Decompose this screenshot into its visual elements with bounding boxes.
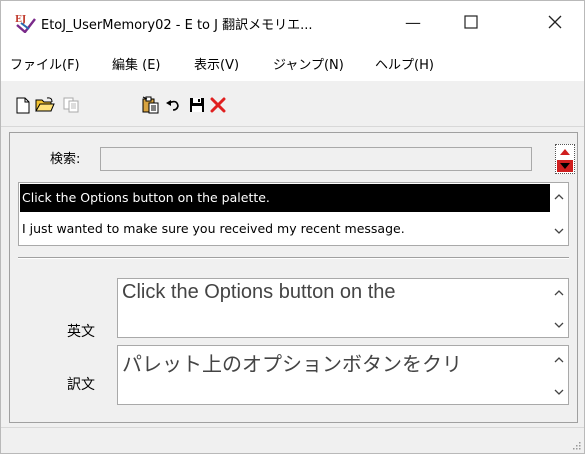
divider	[18, 257, 569, 259]
scroll-up-button[interactable]	[550, 285, 568, 301]
paste-button[interactable]	[141, 95, 161, 115]
menu-bar: ファイル(F) 編集 (E) 表示(V) ジャンプ(N) ヘルプ(H)	[1, 43, 584, 81]
memory-list[interactable]: Click the Options button on the palette.…	[18, 182, 569, 246]
minimize-icon: —	[405, 12, 421, 32]
save-button[interactable]	[187, 95, 207, 115]
minimize-button[interactable]: —	[384, 1, 442, 43]
scroll-up-button[interactable]	[550, 352, 568, 368]
menu-help[interactable]: ヘルプ(H)	[375, 54, 434, 73]
search-input[interactable]	[100, 147, 532, 171]
source-scrollbar[interactable]	[550, 279, 568, 337]
app-window: EJ EtoJ_UserMemory02 - E to J 翻訳メモリエ... …	[0, 0, 585, 454]
next-button[interactable]	[557, 160, 573, 172]
maximize-icon	[464, 15, 478, 29]
scroll-down-button[interactable]	[550, 317, 568, 333]
translation-label: 訳文	[67, 377, 95, 393]
menu-file[interactable]: ファイル(F)	[10, 54, 80, 73]
scroll-up-button[interactable]	[550, 189, 568, 205]
scroll-down-button[interactable]	[550, 223, 568, 239]
toolbar	[1, 81, 584, 127]
menu-view[interactable]: 表示(V)	[194, 54, 239, 73]
chevron-up-icon	[554, 194, 564, 200]
navigation-spinner	[555, 144, 575, 174]
copy-button[interactable]	[61, 95, 81, 115]
app-logo-icon: EJ	[15, 15, 36, 33]
delete-button[interactable]	[208, 95, 228, 115]
new-button[interactable]	[13, 95, 33, 115]
translation-text: パレット上のオプションボタンをクリ	[122, 354, 462, 376]
list-item[interactable]: I just wanted to make sure you received …	[20, 215, 550, 243]
chevron-down-icon	[554, 322, 564, 328]
delete-icon	[210, 97, 226, 113]
copy-icon	[63, 97, 79, 113]
triangle-down-icon	[560, 163, 570, 169]
close-icon	[548, 15, 562, 29]
menu-jump[interactable]: ジャンプ(N)	[273, 54, 344, 73]
close-button[interactable]	[526, 1, 584, 43]
list-item-selected[interactable]: Click the Options button on the palette.	[20, 184, 550, 212]
open-folder-icon	[35, 97, 55, 112]
svg-text:EJ: EJ	[15, 15, 26, 25]
source-text: Click the Options button on the	[122, 281, 396, 303]
source-label: 英文	[67, 324, 95, 340]
window-title: EtoJ_UserMemory02 - E to J 翻訳メモリエ...	[41, 18, 313, 33]
maximize-button[interactable]	[442, 1, 500, 43]
status-bar	[1, 427, 584, 453]
save-icon	[190, 98, 204, 112]
undo-icon	[166, 100, 179, 111]
translation-scrollbar[interactable]	[550, 346, 568, 404]
menu-edit[interactable]: 編集 (E)	[112, 54, 161, 73]
open-button[interactable]	[35, 95, 55, 115]
chevron-up-icon	[554, 290, 564, 296]
search-label: 検索:	[50, 152, 81, 167]
resize-grip-icon[interactable]	[571, 440, 581, 450]
translation-text-field[interactable]: パレット上のオプションボタンをクリ	[117, 345, 569, 405]
chevron-up-icon	[554, 357, 564, 363]
list-scrollbar[interactable]	[550, 183, 568, 245]
chevron-down-icon	[554, 228, 564, 234]
content-panel: 検索: Click the Options button on the pale…	[9, 132, 578, 423]
new-document-icon	[16, 97, 30, 113]
scroll-down-button[interactable]	[550, 384, 568, 400]
paste-icon	[142, 96, 159, 114]
chevron-down-icon	[554, 389, 564, 395]
triangle-up-icon	[560, 149, 570, 155]
undo-button[interactable]	[163, 95, 183, 115]
previous-button[interactable]	[557, 146, 573, 158]
source-text-field[interactable]: Click the Options button on the	[117, 278, 569, 338]
title-bar: EJ EtoJ_UserMemory02 - E to J 翻訳メモリエ... …	[1, 1, 584, 43]
